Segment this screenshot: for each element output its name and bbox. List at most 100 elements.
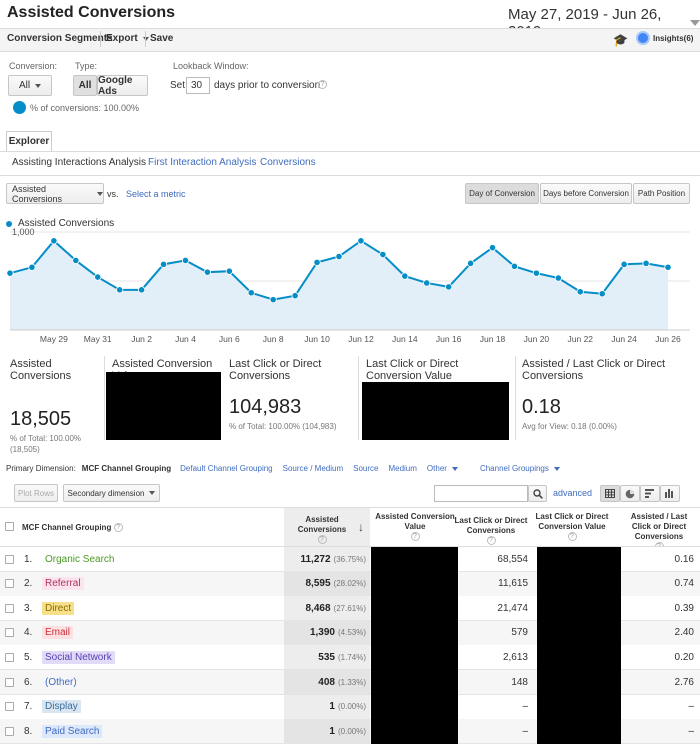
data-point <box>423 279 431 287</box>
row-checkbox[interactable] <box>5 677 14 687</box>
table-search-input[interactable] <box>434 485 528 502</box>
col-header-last-click-label: Last Click or Direct Conversions <box>454 516 528 535</box>
col-header-assisted-value[interactable]: Assisted Conversion Value ? <box>375 512 455 542</box>
col-header-assisted-value-label: Assisted Conversion Value <box>375 512 455 531</box>
dimension-source[interactable]: Source <box>353 464 378 473</box>
tab-explorer[interactable]: Explorer <box>6 131 52 152</box>
search-icon[interactable] <box>528 485 547 502</box>
data-point <box>554 274 562 282</box>
row-checkbox[interactable] <box>5 628 14 638</box>
channel-link[interactable]: Display <box>42 700 81 714</box>
secondary-dimension-dropdown[interactable]: Secondary dimension <box>63 484 160 502</box>
col-header-last-click-value-label: Last Click or Direct Conversion Value <box>535 512 609 531</box>
x-tick-label: Jun 2 <box>131 334 152 344</box>
assisted-pct: (1.74%) <box>337 652 366 662</box>
metric-label: Last Click or Direct Conversions <box>229 358 322 382</box>
last-click-value: – <box>522 725 528 737</box>
insights-button[interactable]: Insights(6) <box>636 31 693 45</box>
row-checkbox[interactable] <box>5 579 14 589</box>
subtab-assisting-interactions[interactable]: Assisting Interactions Analysis <box>12 157 146 168</box>
subtab-conversions[interactable]: Conversions <box>260 157 316 168</box>
select-all-checkbox[interactable] <box>5 522 14 531</box>
y-tick-label: 1,000 <box>12 227 35 237</box>
channel-link[interactable]: Referral <box>42 577 84 591</box>
days-input[interactable]: 30 <box>186 77 210 94</box>
export-button[interactable]: Export <box>106 33 149 44</box>
dimension-default-channel-grouping[interactable]: Default Channel Grouping <box>180 464 273 473</box>
type-google-ads-button[interactable]: Google Ads <box>97 75 148 97</box>
row-checkbox[interactable] <box>5 726 14 736</box>
plot-rows-button[interactable]: Plot Rows <box>14 484 58 502</box>
channel-link[interactable]: Social Network <box>42 650 115 664</box>
export-label: Export <box>106 33 138 44</box>
assisted-value: 1,390 <box>309 627 335 639</box>
select-metric-link[interactable]: Select a metric <box>126 189 186 199</box>
x-tick-label: Jun 22 <box>568 334 594 344</box>
row-number: 8. <box>24 725 33 737</box>
type-all-button[interactable]: All <box>73 75 97 96</box>
legend-dot-icon <box>6 220 12 227</box>
bar-view-icon[interactable] <box>640 485 660 502</box>
data-point <box>488 244 497 252</box>
conversion-dropdown[interactable]: All <box>8 75 52 96</box>
col-header-assisted[interactable]: Assisted Conversions ? <box>287 515 357 545</box>
redacted-column <box>371 547 458 744</box>
comparison-view-icon[interactable] <box>660 485 680 502</box>
help-icon[interactable]: ? <box>486 536 496 546</box>
row-checkbox[interactable] <box>5 702 14 712</box>
pct-conversions: % of conversions: 100.00% <box>30 103 140 113</box>
pie-view-icon[interactable] <box>620 485 640 502</box>
col-header-channel[interactable]: MCF Channel Grouping ? <box>22 523 123 533</box>
day-of-conversion-button[interactable]: Day of Conversion <box>465 183 539 204</box>
dimension-channel-groupings[interactable]: Channel Groupings <box>480 464 560 473</box>
conversion-label: Conversion: <box>9 61 58 71</box>
col-header-last-click-value[interactable]: Last Click or Direct Conversion Value ? <box>534 512 610 542</box>
assisted-value: 1 <box>329 701 335 713</box>
last-click-value: 11,615 <box>498 578 528 590</box>
dimension-medium[interactable]: Medium <box>388 464 416 473</box>
conversion-segments-button[interactable]: Conversion Segments <box>7 33 113 44</box>
advanced-link[interactable]: advanced <box>553 488 592 498</box>
help-icon[interactable]: ? <box>567 532 577 542</box>
col-header-last-click[interactable]: Last Click or Direct Conversions ? <box>454 516 528 546</box>
x-tick-label: Jun 26 <box>655 334 681 344</box>
help-icon[interactable]: ? <box>410 532 420 542</box>
data-point <box>138 286 146 294</box>
data-point <box>72 256 80 265</box>
days-before-conversion-button[interactable]: Days before Conversion <box>540 183 632 204</box>
metric-dropdown[interactable]: Assisted Conversions <box>6 183 104 204</box>
row-checkbox[interactable] <box>5 554 14 564</box>
row-checkbox[interactable] <box>5 603 14 613</box>
metric-last-click-conversions: Last Click or Direct Conversions 104,983… <box>229 358 354 432</box>
caret-down-icon <box>97 191 103 196</box>
path-position-button[interactable]: Path Position <box>633 183 690 204</box>
data-point <box>50 237 58 245</box>
help-icon[interactable]: ? <box>318 78 327 90</box>
col-header-assisted-label: Assisted Conversions <box>297 515 347 534</box>
ratio-value: 0.39 <box>674 602 694 614</box>
channel-link[interactable]: Organic Search <box>42 553 117 566</box>
data-point <box>116 286 124 294</box>
channel-link[interactable]: (Other) <box>42 676 80 689</box>
vs-label: vs. <box>107 189 119 199</box>
last-click-value: 21,474 <box>497 602 528 614</box>
subtab-first-interaction[interactable]: First Interaction Analysis <box>148 157 256 168</box>
dimension-other[interactable]: Other <box>427 464 458 473</box>
graduation-cap-icon[interactable]: 🎓 <box>613 33 628 47</box>
sort-down-arrow-icon[interactable]: ↓ <box>358 520 364 534</box>
row-checkbox[interactable] <box>5 652 14 662</box>
save-button[interactable]: Save <box>150 33 173 44</box>
data-point <box>28 263 36 271</box>
row-number: 6. <box>24 676 33 688</box>
dimension-source-medium[interactable]: Source / Medium <box>283 464 343 473</box>
row-number: 2. <box>24 578 33 590</box>
table-view-icon[interactable] <box>600 485 620 502</box>
data-point <box>313 258 321 266</box>
last-click-value: 2,613 <box>502 651 528 663</box>
channel-link[interactable]: Email <box>42 626 74 640</box>
channel-link[interactable]: Paid Search <box>42 724 103 738</box>
metric-sub: % of Total: 100.00% (104,983) <box>229 422 337 431</box>
channel-link[interactable]: Direct <box>42 601 75 615</box>
help-icon[interactable]: ? <box>317 535 327 545</box>
help-icon[interactable]: ? <box>113 523 123 533</box>
